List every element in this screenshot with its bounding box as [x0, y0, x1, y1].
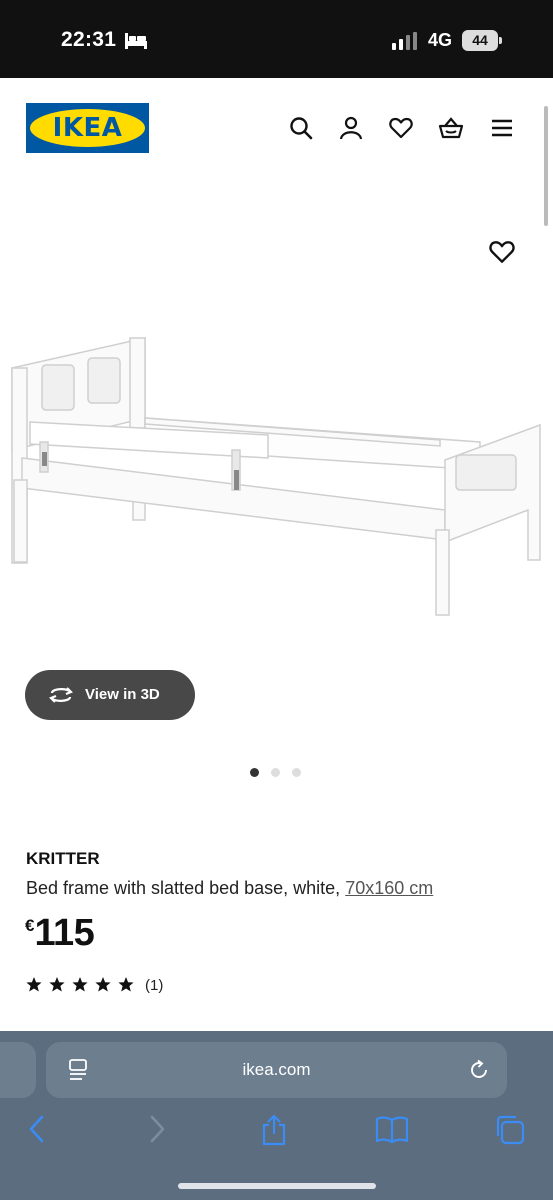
star-icon [49, 977, 65, 992]
search-icon[interactable] [288, 115, 314, 141]
previous-tab-preview[interactable] [0, 1042, 36, 1098]
page-scrollbar[interactable] [544, 106, 548, 226]
ikea-logo[interactable]: IKEA [26, 103, 149, 153]
signal-icon [392, 32, 417, 50]
gallery-dot[interactable] [292, 768, 301, 777]
add-to-favourites-icon[interactable] [488, 238, 516, 266]
network-type: 4G [428, 30, 453, 50]
star-icon [118, 977, 134, 992]
gallery-dot[interactable] [271, 768, 280, 777]
address-bar[interactable]: ikea.com [46, 1042, 507, 1098]
forward-icon[interactable] [146, 1114, 168, 1144]
sleep-mode-icon [125, 33, 147, 49]
heart-icon[interactable] [388, 115, 414, 141]
star-icon [26, 977, 42, 992]
product-description-text: Bed frame with slatted bed base, white, [26, 878, 346, 898]
price-currency: € [25, 916, 35, 935]
rating-count[interactable]: (1) [145, 977, 163, 994]
rotate-3d-icon [49, 687, 73, 703]
battery-level: 44 [462, 30, 498, 51]
logo-text: IKEA [52, 113, 123, 143]
rating-stars[interactable] [26, 976, 134, 996]
star-icon [72, 977, 88, 992]
gallery-dot-active[interactable] [250, 768, 259, 777]
back-icon[interactable] [26, 1114, 48, 1144]
basket-icon[interactable] [438, 115, 464, 141]
product-name: KRITTER [26, 849, 100, 868]
battery-icon [499, 37, 502, 44]
product-price: €115 [25, 912, 95, 955]
bookmarks-icon[interactable] [375, 1114, 409, 1144]
menu-icon[interactable] [489, 115, 515, 141]
reload-icon[interactable] [468, 1059, 490, 1081]
view-in-3d-button[interactable]: View in 3D [25, 670, 195, 720]
price-value: 115 [34, 912, 95, 954]
product-description: Bed frame with slatted bed base, white, … [26, 878, 433, 899]
site-header: IKEA [0, 78, 553, 178]
status-bar: 22:31 4G 44 [0, 0, 553, 78]
share-icon[interactable] [259, 1114, 289, 1146]
product-size-link[interactable]: 70x160 cm [345, 878, 433, 898]
url-text: ikea.com [242, 1060, 311, 1079]
star-icon [95, 977, 111, 992]
view-in-3d-label: View in 3D [85, 686, 160, 703]
product-image[interactable] [0, 320, 553, 630]
home-indicator[interactable] [178, 1183, 376, 1189]
account-icon[interactable] [338, 115, 364, 141]
tabs-icon[interactable] [494, 1114, 526, 1146]
status-time: 22:31 [61, 28, 117, 51]
